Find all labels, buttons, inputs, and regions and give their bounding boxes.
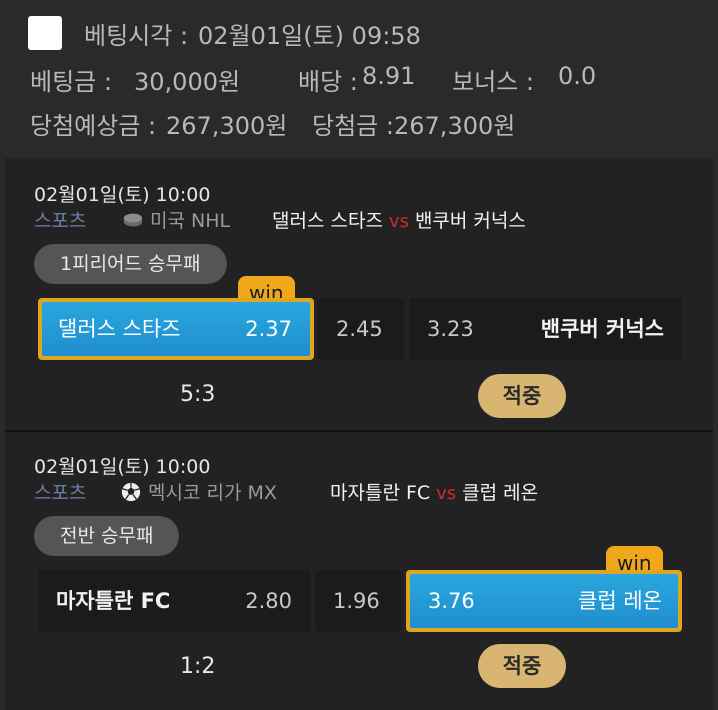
- draw-odds-value: 1.96: [333, 589, 380, 613]
- bet-time-label: 베팅시각 :: [84, 22, 189, 50]
- away-odds-button[interactable]: 3.23 밴쿠버 커넉스: [409, 298, 682, 360]
- away-team: 밴쿠버 커넉스: [414, 210, 526, 232]
- won-label: 당첨금 :: [312, 112, 394, 140]
- league-name: 멕시코 리가 MX: [120, 478, 277, 505]
- expected-value: 267,300원: [166, 112, 288, 140]
- home-team: 댈러스 스타즈: [272, 210, 383, 232]
- home-odds-button[interactable]: 댈러스 스타즈 2.37: [38, 298, 314, 360]
- league-label: 미국 NHL: [150, 210, 231, 232]
- bet-time-value: 02월01일(토) 09:58: [198, 22, 421, 50]
- bonus-label: 보너스 :: [452, 68, 534, 96]
- vs-label: vs: [388, 211, 409, 232]
- away-team-label: 클럽 레온: [578, 589, 662, 613]
- result-badge: 적중: [478, 644, 566, 688]
- draw-odds-button[interactable]: 1.96: [315, 570, 401, 632]
- match-teams: 마자틀란 FC vs 클럽 레온: [330, 478, 538, 505]
- stake-value: 30,000원: [134, 68, 241, 96]
- draw-odds-button[interactable]: 2.45: [318, 298, 404, 360]
- home-odds-value: 2.80: [245, 589, 292, 613]
- stake-label: 베팅금 :: [30, 68, 112, 96]
- draw-odds-value: 2.45: [336, 317, 383, 341]
- bonus-value: 0.0: [558, 62, 597, 90]
- bet-summary-header: 베팅시각 : 02월01일(토) 09:58 베팅금 : 30,000원 배당 …: [0, 0, 718, 158]
- hockey-puck-icon: [123, 213, 143, 227]
- market-badge: 1피리어드 승무패: [34, 244, 227, 284]
- away-team: 클럽 레온: [462, 482, 539, 504]
- away-odds-button[interactable]: 3.76 클럽 레온: [406, 570, 682, 632]
- away-odds-value: 3.23: [427, 317, 474, 341]
- home-odds-button[interactable]: 마자틀란 FC 2.80: [38, 570, 310, 632]
- sport-label: 스포츠: [34, 482, 87, 504]
- match-date: 02월01일(토) 10:00: [34, 456, 211, 478]
- select-checkbox[interactable]: [28, 16, 62, 50]
- expected-label: 당첨예상금 :: [30, 112, 157, 140]
- sport-label: 스포츠: [34, 210, 87, 232]
- away-team-label: 밴쿠버 커넉스: [540, 317, 664, 341]
- odds-value: 8.91: [362, 62, 416, 90]
- final-score: 5:3: [180, 382, 216, 407]
- league-name: 미국 NHL: [122, 206, 230, 233]
- away-odds-value: 3.76: [428, 589, 475, 613]
- match-date: 02월01일(토) 10:00: [34, 184, 211, 206]
- league-label: 멕시코 리가 MX: [148, 482, 277, 504]
- final-score: 1:2: [180, 654, 216, 679]
- soccer-ball-icon: [121, 482, 141, 502]
- won-value: 267,300원: [394, 112, 516, 140]
- match-teams: 댈러스 스타즈 vs 밴쿠버 커넉스: [272, 206, 526, 233]
- home-odds-value: 2.37: [245, 317, 292, 341]
- home-team-label: 댈러스 스타즈: [58, 317, 181, 341]
- result-badge: 적중: [478, 374, 566, 418]
- home-team-label: 마자틀란 FC: [56, 589, 171, 613]
- home-team: 마자틀란 FC: [330, 482, 431, 504]
- vs-label: vs: [436, 483, 457, 504]
- market-badge: 전반 승무패: [34, 516, 180, 556]
- odds-label: 배당 :: [298, 68, 358, 96]
